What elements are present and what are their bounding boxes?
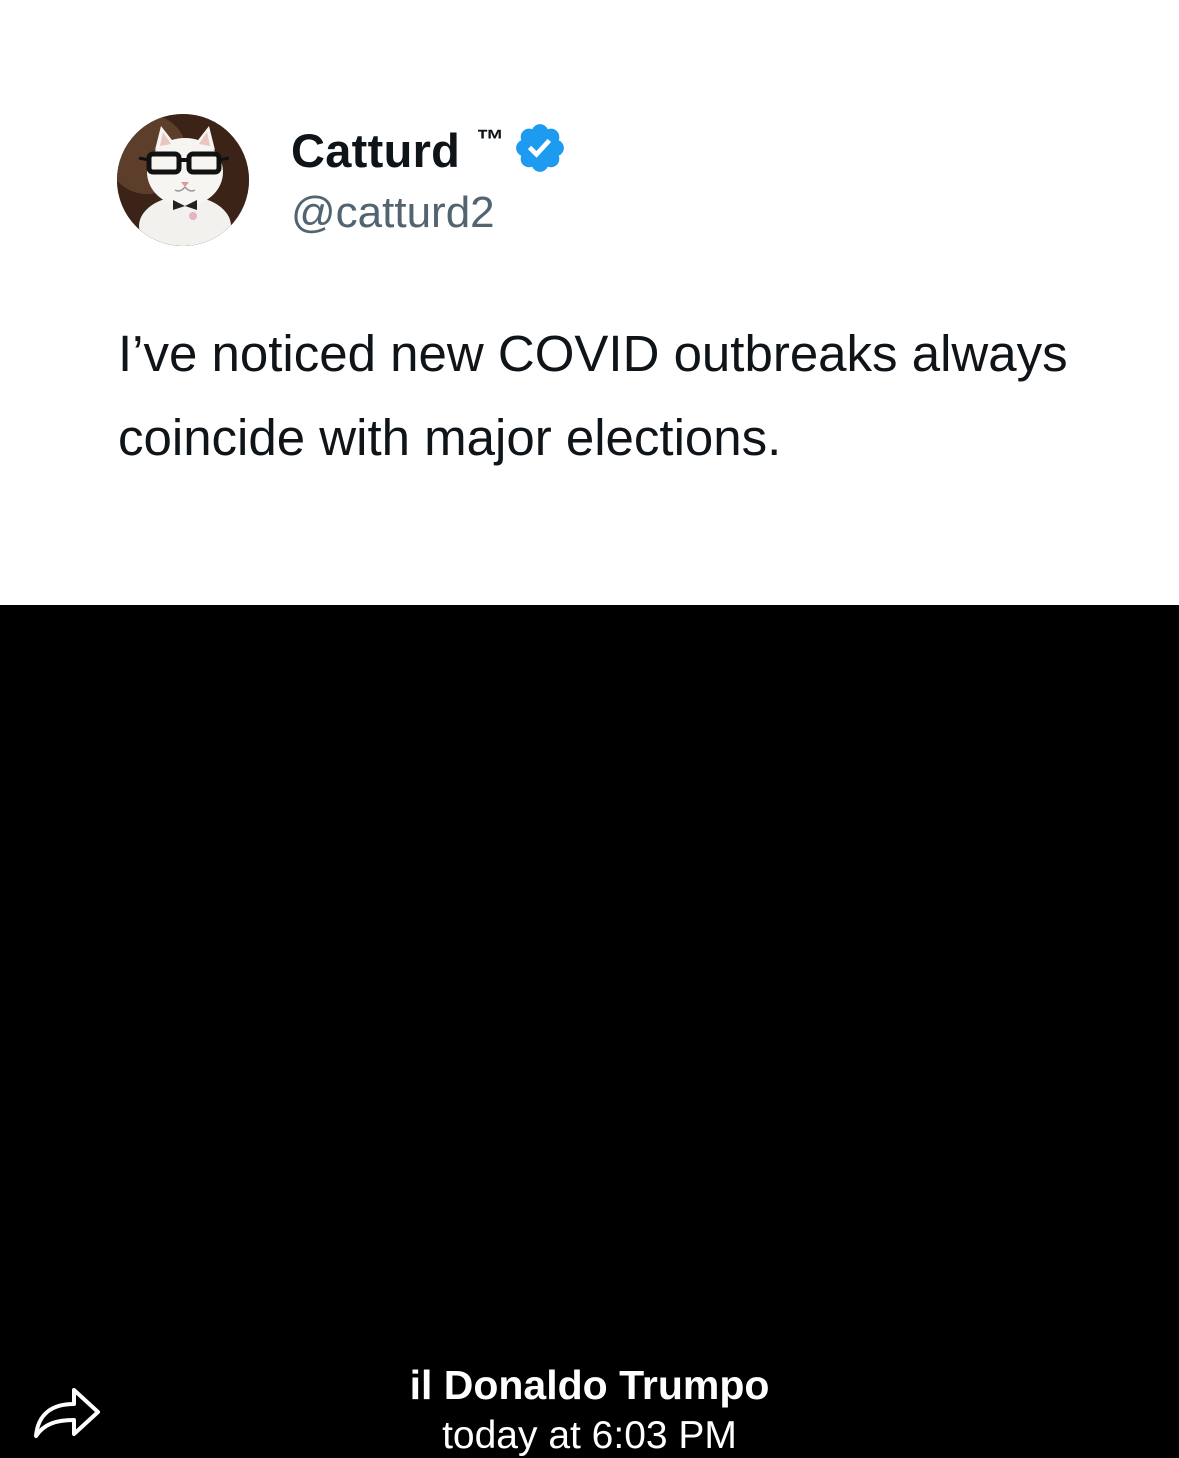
display-name[interactable]: Catturd	[291, 123, 460, 178]
message-sender-name: il Donaldo Trumpo	[409, 1362, 770, 1408]
trademark-symbol: ™	[476, 124, 505, 155]
tweet-text: I’ve noticed new COVID outbreaks always …	[118, 325, 1068, 466]
avatar	[117, 114, 249, 246]
cat-with-glasses-avatar-icon	[117, 114, 249, 246]
tweet-screenshot-card[interactable]: Catturd ™ @catturd2 I’ve noticed new COV…	[0, 0, 1179, 605]
message-timestamp: today at 6:03 PM	[442, 1414, 737, 1457]
display-name-row: Catturd ™	[291, 120, 568, 180]
user-handle[interactable]: @catturd2	[291, 188, 495, 238]
verified-badge-icon	[516, 124, 565, 172]
